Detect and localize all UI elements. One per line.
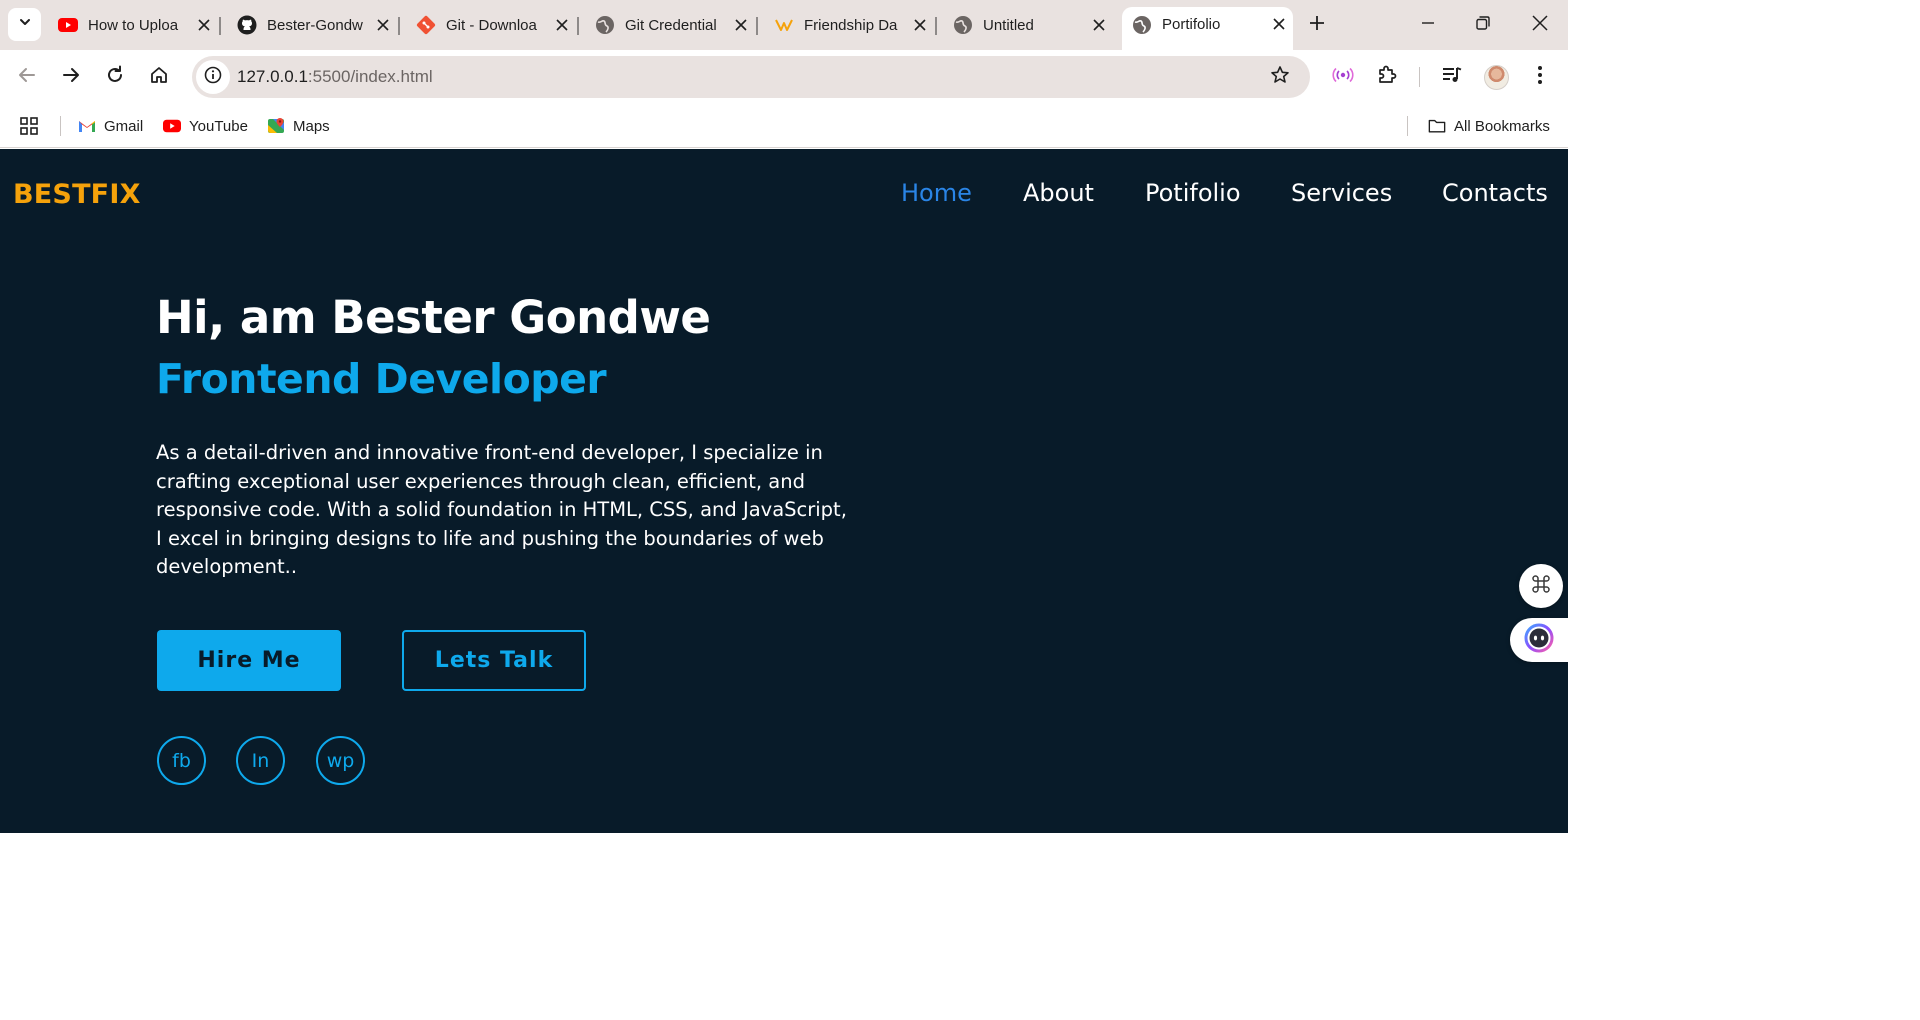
close-tab-icon[interactable] [373,15,393,35]
cast-extension-button[interactable] [1328,62,1358,92]
globe-icon [595,15,615,35]
arrow-left-icon [17,65,37,90]
tab-untitled[interactable]: Untitled [943,8,1113,42]
youtube-icon [58,15,78,35]
nav-about[interactable]: About [1023,179,1094,207]
whatsapp-link[interactable]: wp [316,736,365,785]
home-button[interactable] [144,62,174,92]
close-tab-icon[interactable] [194,15,214,35]
reload-icon [105,65,125,90]
close-tab-icon[interactable] [1269,14,1289,34]
floating-assistant-button[interactable] [1510,618,1568,662]
friendship-icon [774,15,794,35]
linkedin-link[interactable]: In [236,736,285,785]
profile-avatar[interactable] [1484,65,1509,90]
apps-grid-icon [20,117,38,135]
minimize-icon [1421,16,1435,35]
tab-youtube-upload[interactable]: How to Uploa [48,8,221,42]
hero-greeting: Hi, am Bester Gondwe [156,291,711,344]
bookmark-gmail[interactable]: Gmail [78,113,143,139]
browser-toolbar: 127.0.0.1:5500/index.html [0,50,1568,104]
bookmark-label: YouTube [189,117,248,135]
close-icon [1532,14,1548,36]
all-bookmarks-label: All Bookmarks [1454,117,1550,135]
lets-talk-button[interactable]: Lets Talk [402,630,586,691]
hire-me-button[interactable]: Hire Me [157,630,341,691]
tab-title: Untitled [983,16,1034,34]
tab-git-credential[interactable]: Git Credential [585,8,758,42]
tab-git-download[interactable]: Git - Downloa [406,8,579,42]
plus-icon [1309,15,1325,36]
nav-portfolio[interactable]: Potifolio [1145,179,1241,207]
all-bookmarks-button[interactable]: All Bookmarks [1428,113,1550,139]
facebook-link[interactable]: fb [157,736,206,785]
chevron-down-icon [18,15,32,34]
address-bar[interactable]: 127.0.0.1:5500/index.html [192,56,1310,98]
minimize-button[interactable] [1413,10,1443,40]
tab-title: Bester-Gondw [267,16,363,34]
assistant-icon [1523,622,1555,659]
reload-button[interactable] [100,62,130,92]
globe-icon [1132,15,1152,35]
url-host: 127.0.0.1 [237,67,308,86]
nav-contacts[interactable]: Contacts [1442,179,1548,207]
arrow-right-icon [61,65,81,90]
apps-button[interactable] [20,113,46,139]
close-tab-icon[interactable] [731,15,751,35]
github-icon [237,15,257,35]
bookmark-maps[interactable]: Maps [267,113,330,139]
tab-title: How to Uploa [88,16,179,34]
more-vertical-icon [1537,65,1543,90]
media-controls-button[interactable] [1437,62,1467,92]
tab-title: Friendship Da [804,16,898,34]
site-info-button[interactable] [196,60,230,94]
broadcast-icon [1332,66,1354,89]
tab-search-button[interactable] [8,8,41,41]
tab-github[interactable]: Bester-Gondw [227,8,400,42]
browser-menu-button[interactable] [1525,62,1555,92]
url-path: :5500/index.html [307,67,433,86]
tab-title: Git Credential [625,16,717,34]
close-tab-icon[interactable] [1089,15,1109,35]
bookmark-label: Maps [293,117,330,135]
site-logo[interactable]: BESTFIX [13,179,141,210]
home-icon [149,65,169,90]
tab-portifolio[interactable]: Portifolio [1122,7,1293,50]
bookmark-star-button[interactable] [1268,65,1292,89]
tab-strip: How to Uploa Bester-Gondw Git - Downloa … [0,0,1568,50]
hero-role: Frontend Developer [156,355,607,403]
bookmarks-bar: Gmail YouTube Maps All Bookmarks [0,104,1568,148]
hero-bio: As a detail-driven and innovative front-… [156,441,847,579]
star-icon [1270,65,1290,90]
youtube-icon [163,117,181,135]
forward-button[interactable] [56,62,86,92]
puzzle-icon [1376,64,1398,91]
folder-icon [1428,117,1446,135]
restore-button[interactable] [1468,10,1498,40]
nav-home[interactable]: Home [901,179,972,207]
url-text: 127.0.0.1:5500/index.html [237,67,433,87]
nav-services[interactable]: Services [1291,179,1392,207]
bookmark-youtube[interactable]: YouTube [163,113,248,139]
tab-title: Git - Downloa [446,16,537,34]
new-tab-button[interactable] [1304,12,1330,38]
tab-friendship-day[interactable]: Friendship Da [764,8,937,42]
close-window-button[interactable] [1525,10,1555,40]
close-tab-icon[interactable] [910,15,930,35]
extensions-button[interactable] [1372,62,1402,92]
gmail-icon [78,117,96,135]
close-tab-icon[interactable] [552,15,572,35]
back-button[interactable] [12,62,42,92]
restore-icon [1476,15,1490,35]
floating-shortcut-button[interactable] [1519,564,1563,608]
git-icon [416,15,436,35]
tab-title: Portifolio [1162,16,1221,33]
bookmark-label: Gmail [104,117,144,135]
info-icon [204,66,222,89]
playlist-icon [1441,65,1463,90]
maps-icon [267,117,285,135]
portfolio-page: BESTFIX Home About Potifolio Services Co… [0,149,1568,833]
globe-icon [953,15,973,35]
command-icon [1530,573,1552,600]
